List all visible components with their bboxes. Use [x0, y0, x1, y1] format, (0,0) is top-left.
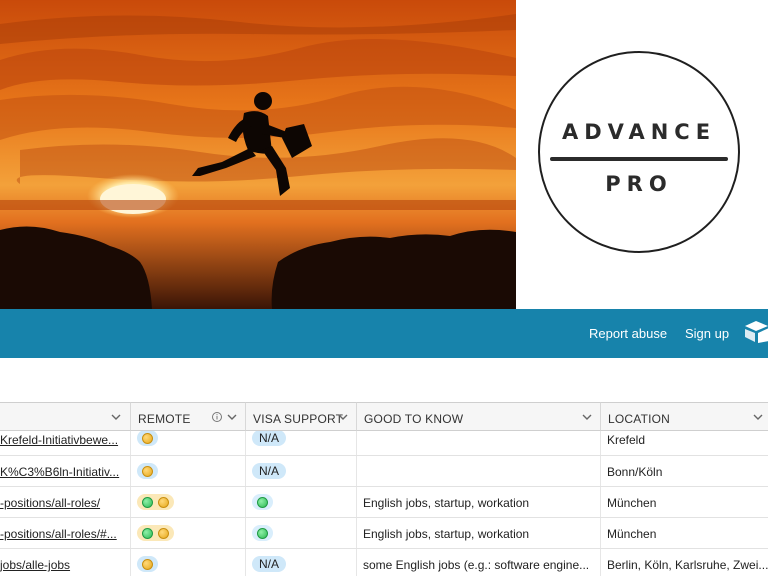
- location-cell[interactable]: München: [601, 518, 768, 548]
- chevron-down-icon[interactable]: [581, 410, 593, 424]
- yellow-dot-icon: [142, 465, 153, 477]
- visa-na-pill: N/A: [252, 556, 287, 572]
- good-to-know-cell[interactable]: some English jobs (e.g.: software engine…: [357, 549, 601, 576]
- location-text: Berlin, Köln, Karlsruhe, Zwei...: [607, 558, 768, 572]
- location-cell[interactable]: Bonn/Köln: [601, 456, 768, 486]
- table-row[interactable]: -positions/all-roles/ English jobs, star…: [0, 487, 768, 518]
- url-link[interactable]: jobs/alle-jobs: [0, 558, 70, 572]
- remote-cell[interactable]: [131, 431, 246, 455]
- green-dot-icon: [257, 527, 268, 539]
- remote-pill: [137, 525, 174, 541]
- green-dot-icon: [142, 527, 153, 539]
- remote-pill: [137, 431, 158, 446]
- sunset-jump-photo: [0, 0, 516, 309]
- yellow-dot-icon: [142, 432, 153, 444]
- good-to-know-text: English jobs, startup, workation: [363, 496, 530, 510]
- column-header-remote[interactable]: REMOTE: [131, 402, 246, 431]
- visa-na-pill: N/A: [252, 463, 287, 479]
- advance-pro-logo: ADVANCE PRO: [538, 51, 740, 253]
- yellow-dot-icon: [142, 558, 153, 570]
- visa-pill: [252, 494, 273, 510]
- column-header-remote-label: REMOTE: [138, 412, 191, 426]
- logo-text-top: ADVANCE: [561, 120, 717, 144]
- visa-cell[interactable]: N/A: [246, 549, 357, 576]
- yellow-dot-icon: [158, 527, 169, 539]
- table-row[interactable]: Krefeld-Initiativbewe... N/A Krefeld: [0, 431, 768, 456]
- location-cell[interactable]: Berlin, Köln, Karlsruhe, Zwei...: [601, 549, 768, 576]
- table-row[interactable]: K%C3%B6ln-Initiativ... N/A Bonn/Köln: [0, 456, 768, 487]
- column-header-good-to-know[interactable]: GOOD TO KNOW: [357, 402, 601, 431]
- location-text: München: [607, 527, 657, 541]
- visa-cell[interactable]: [246, 487, 357, 517]
- url-link[interactable]: Krefeld-Initiativbewe...: [0, 433, 118, 447]
- yellow-dot-icon: [158, 496, 169, 508]
- column-header-visa-label: VISA SUPPORT: [253, 412, 344, 426]
- column-header-location-label: LOCATION: [608, 412, 671, 426]
- info-icon[interactable]: [211, 411, 223, 423]
- good-to-know-cell[interactable]: [357, 431, 601, 455]
- column-header-location[interactable]: LOCATION: [601, 402, 768, 431]
- url-cell[interactable]: jobs/alle-jobs: [0, 549, 131, 576]
- url-cell[interactable]: K%C3%B6ln-Initiativ...: [0, 456, 131, 486]
- visa-cell[interactable]: N/A: [246, 456, 357, 486]
- table-row[interactable]: jobs/alle-jobs N/A some English jobs (e.…: [0, 549, 768, 576]
- good-to-know-cell[interactable]: [357, 456, 601, 486]
- good-to-know-cell[interactable]: English jobs, startup, workation: [357, 518, 601, 548]
- logo-divider: [550, 157, 728, 161]
- location-text: München: [607, 496, 657, 510]
- table-row[interactable]: -positions/all-roles/#... English jobs, …: [0, 518, 768, 549]
- chevron-down-icon[interactable]: [752, 410, 764, 424]
- visa-cell[interactable]: [246, 518, 357, 548]
- column-header-good-to-know-label: GOOD TO KNOW: [364, 412, 464, 426]
- logo-text-bottom: PRO: [605, 172, 673, 196]
- remote-cell[interactable]: [131, 456, 246, 486]
- location-cell[interactable]: München: [601, 487, 768, 517]
- airtable-logo-icon[interactable]: [744, 320, 768, 344]
- remote-pill: [137, 463, 158, 479]
- url-cell[interactable]: -positions/all-roles/#...: [0, 518, 131, 548]
- remote-cell[interactable]: [131, 549, 246, 576]
- top-nav-bar: Report abuse Sign up: [0, 309, 768, 358]
- remote-cell[interactable]: [131, 518, 246, 548]
- chevron-down-icon[interactable]: [337, 410, 349, 424]
- green-dot-icon: [142, 496, 153, 508]
- sunset-jump-image: [0, 0, 516, 309]
- visa-cell[interactable]: N/A: [246, 431, 357, 455]
- remote-pill: [137, 494, 174, 510]
- url-link[interactable]: -positions/all-roles/: [0, 496, 100, 510]
- good-to-know-text: some English jobs (e.g.: software engine…: [363, 558, 590, 572]
- advance-pro-logo-area: ADVANCE PRO: [516, 0, 768, 309]
- report-abuse-link[interactable]: Report abuse: [589, 326, 667, 341]
- green-dot-icon: [257, 496, 268, 508]
- location-cell[interactable]: Krefeld: [601, 431, 768, 455]
- url-link[interactable]: K%C3%B6ln-Initiativ...: [0, 465, 119, 479]
- remote-cell[interactable]: [131, 487, 246, 517]
- url-cell[interactable]: Krefeld-Initiativbewe...: [0, 431, 131, 455]
- url-link[interactable]: -positions/all-roles/#...: [0, 527, 117, 541]
- column-header-url[interactable]: [0, 402, 131, 431]
- visa-na-pill: N/A: [252, 431, 287, 446]
- remote-pill: [137, 556, 158, 572]
- column-header-visa-support[interactable]: VISA SUPPORT: [246, 402, 357, 431]
- good-to-know-cell[interactable]: English jobs, startup, workation: [357, 487, 601, 517]
- visa-pill: [252, 525, 273, 541]
- url-cell[interactable]: -positions/all-roles/: [0, 487, 131, 517]
- hero-banner: ADVANCE PRO: [0, 0, 768, 309]
- sign-up-link[interactable]: Sign up: [685, 326, 729, 341]
- chevron-down-icon[interactable]: [226, 410, 238, 424]
- location-text: Bonn/Köln: [607, 465, 663, 479]
- good-to-know-text: English jobs, startup, workation: [363, 527, 530, 541]
- location-text: Krefeld: [607, 433, 646, 447]
- chevron-down-icon[interactable]: [110, 410, 122, 424]
